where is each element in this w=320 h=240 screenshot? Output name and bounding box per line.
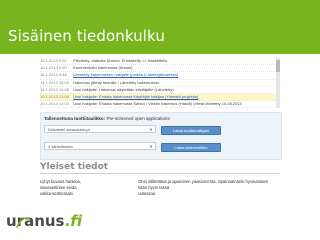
logo-suffix: fi [70,212,82,230]
activity-date: 14.1.2013 16:06 [40,79,69,85]
activity-text: Uusi hakijalle: Hakemus näytetään käyttä… [73,86,174,92]
chevron-down-icon: ▼ [149,144,153,149]
short-description-label: Lyhyt kuvaus hankkia, sisaeseitintee sei… [40,179,96,198]
logo-swoosh-icon [16,217,30,228]
scrollbar-thumb[interactable] [276,60,280,72]
description-line: Ohei sitiltettäva ja aputeinen yaasiomen… [138,179,269,191]
section-divider [40,173,280,174]
load-report-button[interactable]: Lataa tuottamalligan [161,125,221,135]
activity-date: 10.1.2013 13:08 [40,93,69,99]
general-info-heading: Yleiset tiedot [40,162,109,172]
activity-row: 14.1.2013 16:06 Hakemus jätetty tiedoill… [40,80,280,87]
report-select-value: Esikatstel sarauartotupt [48,127,90,132]
description-line: uskka-sertiteraasi [40,191,73,197]
activity-date: 14.1.2013 15:56 [40,86,69,92]
slide-title: Sisäinen tiedonkulku [8,27,165,45]
description-line: raitessaa. [138,191,157,197]
activity-row: 16.1.2013 9:50 Päivitetty: statusta (Anu… [40,58,280,66]
activity-date: 16.1.2013 9:50 [40,58,67,63]
load-saved-button[interactable]: Lataa tallennetiikin [161,142,221,152]
panel-heading-label: Tallennettuna tuottiitaulikko: [44,116,106,121]
activity-text: Hakemus jätetty tiedoille / Lähetetty ha… [73,79,159,85]
activity-text: Kommentoitu hakemusta (Anumi) [73,65,133,71]
panel-heading: Tallennettuna tuottiitaulikko: Pre-scree… [44,116,170,121]
activity-row: 14.1.2013 15:56 Uusi hakijalle: Hakemus … [40,87,280,94]
saved-report-panel: Tallennettuna tuottiitaulikko: Pre-scree… [40,112,282,160]
saved-select[interactable]: 4 sähkötkseta ▼ [44,142,156,150]
activity-link[interactable]: Uusi hakijalle: Ehdota hakemusta Käyttäj… [73,94,198,99]
activity-log: 16.1.2013 9:50 Päivitetty: statusta (Anu… [40,58,280,108]
activity-text: Uusi hakijalle: Ehdota hakemusta Sähkö /… [73,101,242,107]
activity-date: 16.1.2013 9:48 [40,72,67,78]
short-description-text: Ohei sitiltettäva ja aputeinen yaasiomen… [138,179,278,198]
activity-scrollbar[interactable] [276,58,280,108]
activity-row: 16.1.2013 9:48 Lähetetty hakemuksen haki… [40,72,280,80]
activity-text: Päivitetty: statusta (Anumi: Ei käsitelt… [73,58,168,63]
panel-heading-value: Pre-screened open applications [106,116,170,121]
report-select[interactable]: Esikatstel sarauartotupt ▼ [44,125,156,133]
activity-row: 16.1.2013 9:50 Kommentoitu hakemusta (An… [40,65,280,73]
saved-select-value: 4 sähkötkseta [48,144,73,149]
activity-date: 10.1.2013 13:00 [40,101,69,107]
chevron-down-icon: ▼ [149,127,153,132]
slide-title-bar: Sisäinen tiedonkulku [0,0,320,54]
activity-link[interactable]: Lähetetty hakemuksen hakijalle (paikka (… [73,72,178,77]
activity-date: 16.1.2013 9:50 [40,65,67,71]
logo-brand: uranus [6,212,65,230]
activity-row: 10.1.2013 13:00 Uusi hakijalle: Ehdota h… [40,101,280,108]
uranus-logo: uranus.fi [6,212,82,232]
activity-row: 10.1.2013 13:08 Uusi hakijalle: Ehdota h… [40,93,280,102]
